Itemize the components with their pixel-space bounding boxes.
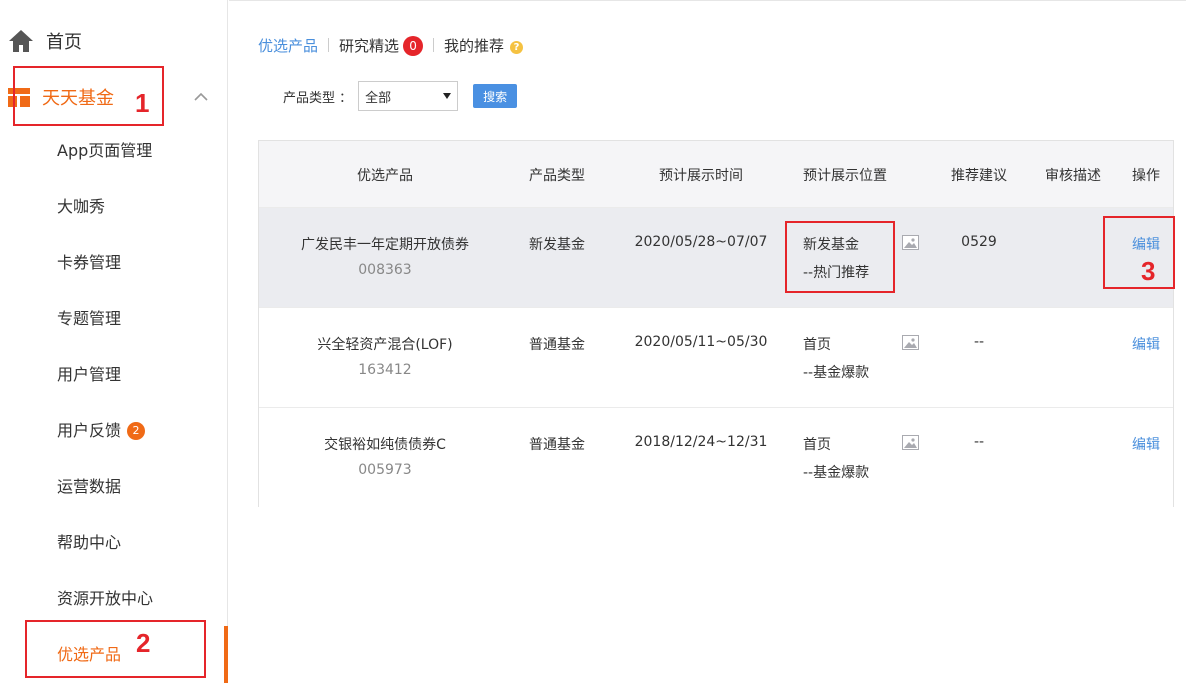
- sidebar-item-help[interactable]: 帮助中心: [57, 531, 121, 555]
- image-preview-icon[interactable]: [902, 435, 919, 450]
- annotation-box-2: [25, 620, 206, 678]
- product-name: 兴全轻资产混合(LOF): [317, 337, 453, 353]
- image-preview-icon[interactable]: [902, 335, 919, 350]
- tab-featured-products[interactable]: 优选产品: [258, 35, 318, 56]
- feedback-count-badge: 2: [127, 422, 146, 440]
- product-code: 008363: [358, 262, 412, 278]
- display-position: 首页: [803, 437, 831, 453]
- sidebar-item-feedback-label: 用户反馈: [57, 421, 122, 440]
- table-row: 广发民丰一年定期开放债券 008363 新发基金 2020/05/28~07/0…: [259, 207, 1173, 307]
- product-type-label: 产品类型 ：: [283, 90, 353, 106]
- product-type-selected: 全部: [365, 90, 392, 106]
- col-header-position: 预计展示位置: [803, 168, 887, 184]
- search-button[interactable]: 搜索: [473, 84, 518, 108]
- product-type-select[interactable]: 全部: [358, 81, 459, 111]
- active-indicator: [224, 626, 228, 683]
- col-header-review: 审核描述: [1045, 168, 1101, 184]
- chevron-up-icon[interactable]: [190, 86, 212, 108]
- display-position-sub: --基金爆款: [803, 465, 870, 481]
- help-icon[interactable]: ?: [510, 40, 524, 54]
- product-code: 163412: [358, 362, 412, 378]
- sidebar-item-feedback[interactable]: 用户反馈 2: [57, 419, 146, 443]
- sidebar-item-users[interactable]: 用户管理: [57, 363, 121, 387]
- annotation-number-3: 3: [1141, 256, 1156, 286]
- col-header-advice: 推荐建议: [951, 168, 1007, 184]
- annotation-number-1: 1: [135, 88, 150, 118]
- sidebar-item-ops-data[interactable]: 运营数据: [57, 475, 121, 499]
- display-time: 2020/05/11~05/30: [634, 334, 768, 350]
- filter-bar: 产品类型 ： 全部 搜索: [283, 81, 518, 111]
- annotation-number-2: 2: [136, 628, 151, 658]
- display-time: 2018/12/24~12/31: [634, 434, 768, 450]
- sidebar-item-coupon[interactable]: 卡券管理: [57, 251, 121, 275]
- product-type: 普通基金: [529, 437, 585, 453]
- sidebar-item-open-resource[interactable]: 资源开放中心: [57, 587, 153, 611]
- tab-bar: 优选产品 研究精选 0 我的推荐?: [258, 32, 524, 58]
- recommend-advice: 0529: [961, 234, 997, 250]
- nav-home-label: 首页: [46, 32, 82, 53]
- edit-link[interactable]: 编辑: [1132, 434, 1160, 454]
- col-header-time: 预计展示时间: [659, 168, 743, 184]
- tab-my-recommendations[interactable]: 我的推荐?: [444, 35, 524, 56]
- home-icon: [9, 30, 33, 52]
- tab-divider: [328, 38, 330, 52]
- top-divider: [229, 0, 1186, 3]
- tab-divider: [433, 38, 435, 52]
- sidebar-item-dakaxiu[interactable]: 大咖秀: [57, 195, 105, 219]
- display-position: 首页: [803, 337, 831, 353]
- table-row: 兴全轻资产混合(LOF) 163412 普通基金 2020/05/11~05/3…: [259, 307, 1173, 407]
- table-row: 交银裕如纯债债券C 005973 普通基金 2018/12/24~12/31 首…: [259, 407, 1173, 507]
- sidebar-item-topic[interactable]: 专题管理: [57, 307, 121, 331]
- product-type: 新发基金: [529, 237, 585, 253]
- col-header-action: 操作: [1132, 168, 1160, 184]
- dropdown-arrow-icon: [443, 93, 452, 99]
- display-time: 2020/05/28~07/07: [634, 234, 768, 250]
- tab-research-picks[interactable]: 研究精选 0: [339, 35, 424, 56]
- product-code: 005973: [358, 462, 412, 478]
- tab-research-picks-label: 研究精选: [339, 36, 400, 55]
- products-table: 优选产品 产品类型 预计展示时间 预计展示位置 推荐建议 审核描述 操作 广发民…: [258, 140, 1174, 507]
- display-position-sub: --基金爆款: [803, 365, 870, 381]
- main-content: 优选产品 研究精选 0 我的推荐? 产品类型 ： 全部 搜索 优选产品 产品类型 …: [229, 0, 1186, 683]
- product-type: 普通基金: [529, 337, 585, 353]
- image-preview-icon[interactable]: [902, 235, 919, 250]
- sidebar-item-app-page[interactable]: App页面管理: [57, 139, 152, 163]
- research-count-badge: 0: [403, 35, 424, 56]
- product-name: 广发民丰一年定期开放债券: [301, 237, 469, 253]
- col-header-product: 优选产品: [357, 168, 413, 184]
- table-header: 优选产品 产品类型 预计展示时间 预计展示位置 推荐建议 审核描述 操作: [259, 141, 1173, 207]
- edit-link[interactable]: 编辑: [1132, 334, 1160, 354]
- recommend-advice: --: [973, 434, 985, 450]
- annotation-box-3: [1103, 216, 1175, 289]
- tab-my-recommendations-label: 我的推荐: [444, 36, 505, 55]
- product-name: 交银裕如纯债债券C: [324, 437, 446, 453]
- nav-home[interactable]: 首页: [8, 28, 82, 54]
- annotation-box-position: [785, 221, 895, 293]
- col-header-type: 产品类型: [529, 168, 585, 184]
- recommend-advice: --: [973, 334, 985, 350]
